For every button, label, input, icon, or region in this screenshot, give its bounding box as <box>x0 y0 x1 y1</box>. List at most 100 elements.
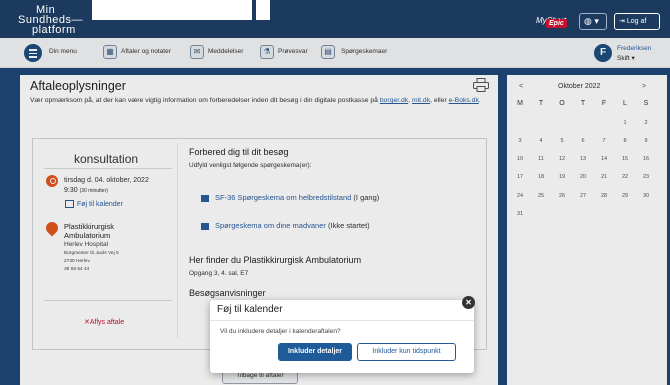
calendar-day[interactable]: 4 <box>533 138 549 144</box>
calendar-day[interactable]: 19 <box>554 174 570 180</box>
appointment-date: tirsdag d. 04. oktober, 2022 <box>64 177 149 184</box>
divider <box>44 168 172 169</box>
link-mit-dk[interactable]: mit.dk <box>412 97 430 104</box>
nav-item-appointments[interactable]: Aftaler og notater <box>121 48 171 55</box>
calendar-day[interactable]: 5 <box>554 138 570 144</box>
clock-icon <box>46 175 58 187</box>
header-gap <box>92 0 252 20</box>
calendar-day[interactable]: 12 <box>554 156 570 162</box>
calendar-day[interactable]: 16 <box>638 156 654 162</box>
close-icon[interactable]: ✕ <box>462 296 475 309</box>
menu-label[interactable]: Din menu <box>49 48 77 55</box>
globe-icon: ◍ <box>584 16 592 26</box>
appointment-time: 9:30 (30 minutter) <box>64 187 108 194</box>
calendar-day[interactable]: 6 <box>575 138 591 144</box>
calendar-day[interactable]: 31 <box>512 211 528 217</box>
calendar-weekday: F <box>601 100 607 107</box>
calendar-day[interactable]: 15 <box>617 156 633 162</box>
department-name: Plastikkirurgisk Ambulatorium <box>64 222 115 240</box>
calendar-weekday: T <box>538 100 544 107</box>
link-eboks-dk[interactable]: e-Boks.dk <box>449 97 479 104</box>
visit-type: konsultation <box>74 152 139 166</box>
questionnaire-icon <box>201 222 209 230</box>
calendar-icon[interactable]: ▦ <box>103 45 117 59</box>
calendar-weekday: L <box>623 100 627 107</box>
calendar-weekday: S <box>643 100 649 107</box>
cancel-appointment-button[interactable]: ✕Aflys aftale <box>84 318 124 326</box>
top-header: Min Sundheds— platform MyChart Epic ◍ ▾ … <box>0 0 670 38</box>
calendar-day[interactable]: 3 <box>512 138 528 144</box>
dialog-text: Vil du inkludere detaljer i kalenderafta… <box>220 328 341 335</box>
print-icon[interactable] <box>473 78 489 92</box>
calendar-day[interactable]: 2 <box>638 120 654 126</box>
location-heading: Her finder du Plastikkirurgisk Ambulator… <box>189 255 362 265</box>
location-detail: Opgang 3, 4. sal, E7 <box>189 270 249 277</box>
mychart-logo: MyChart Epic <box>536 10 572 32</box>
calendar-day[interactable]: 30 <box>638 193 654 199</box>
calendar-day[interactable]: 26 <box>554 193 570 199</box>
calendar-day[interactable]: 14 <box>596 156 612 162</box>
nav-item-messages[interactable]: Meddelelser <box>208 48 243 55</box>
calendar-day[interactable]: 1 <box>617 120 633 126</box>
calendar-day[interactable]: 23 <box>638 174 654 180</box>
calendar-day[interactable]: 22 <box>617 174 633 180</box>
page-title: Aftaleoplysninger <box>30 79 126 93</box>
add-to-calendar-dialog: Føj til kalender Vil du inkludere detalj… <box>210 300 474 373</box>
prep-heading: Forbered dig til dit besøg <box>189 147 289 157</box>
switch-user-dropdown[interactable]: Skift ▾ <box>617 54 635 62</box>
logout-icon: ⇥ <box>619 18 625 25</box>
avatar[interactable]: F <box>594 44 612 62</box>
clipboard-icon[interactable]: ▤ <box>321 45 335 59</box>
calendar-day[interactable]: 29 <box>617 193 633 199</box>
questionnaire-item[interactable]: Spørgeskema om dine madvaner (Ikke start… <box>201 221 370 230</box>
questionnaire-icon <box>201 194 209 202</box>
calendar-day[interactable]: 8 <box>617 138 633 144</box>
calendar-day[interactable]: 20 <box>575 174 591 180</box>
calendar-day[interactable]: 13 <box>575 156 591 162</box>
calendar-day[interactable]: 27 <box>575 193 591 199</box>
calendar-day[interactable]: 7 <box>596 138 612 144</box>
language-button[interactable]: ◍ ▾ <box>579 13 607 30</box>
flask-icon[interactable]: ⚗ <box>260 45 274 59</box>
chevron-down-icon: ▾ <box>594 16 599 26</box>
menu-icon[interactable] <box>24 44 42 62</box>
nav-item-questionnaires[interactable]: Spørgeskemaer <box>341 48 387 55</box>
nav-bar: Din menu ▦ Aftaler og notater ✉ Meddelel… <box>0 38 670 68</box>
logout-button[interactable]: ⇥ Log af <box>614 13 660 30</box>
divider <box>210 320 474 321</box>
user-name[interactable]: Frederiksen <box>617 45 651 52</box>
nav-item-test-results[interactable]: Prøvesvar <box>278 48 308 55</box>
address: Borgmester Ib Juuls Vej 5 2730 Herlev 38… <box>64 251 119 272</box>
dialog-title: Føj til kalender <box>217 304 283 315</box>
hospital-name: Herlev Hospital <box>64 241 109 248</box>
platform-logo[interactable]: Min Sundheds— platform <box>18 5 83 36</box>
link-borger-dk[interactable]: borger.dk <box>380 97 408 104</box>
calendar-day[interactable]: 11 <box>533 156 549 162</box>
calendar-next-button[interactable]: > <box>642 83 646 90</box>
calendar-day[interactable]: 10 <box>512 156 528 162</box>
include-time-only-button[interactable]: Inkluder kun tidspunkt <box>357 343 456 361</box>
calendar-day[interactable]: 24 <box>512 193 528 199</box>
calendar-day[interactable]: 17 <box>512 174 528 180</box>
calendar-month: Oktober 2022 <box>558 83 601 90</box>
envelope-icon[interactable]: ✉ <box>190 45 204 59</box>
calendar-add-icon <box>65 200 74 208</box>
divider <box>44 300 172 301</box>
questionnaire-item[interactable]: SF-36 Spørgeskema om helbredstilstand (I… <box>201 193 379 202</box>
calendar-day[interactable]: 25 <box>533 193 549 199</box>
visit-instructions-heading: Besøgsanvisninger <box>189 288 266 298</box>
calendar-weekday: M <box>517 100 523 107</box>
add-to-calendar-link[interactable]: Føj til kalender <box>65 200 123 208</box>
header-gap-2 <box>256 0 270 20</box>
include-details-button[interactable]: Inkluder detaljer <box>278 343 352 361</box>
prep-subtitle: Udfyld venligst følgende spørgeskema(er)… <box>189 162 312 169</box>
epic-logo: Epic <box>546 19 567 28</box>
intro-text: Vær opmærksom på, at der kan være vigtig… <box>30 97 481 104</box>
calendar-day[interactable]: 28 <box>596 193 612 199</box>
calendar-day[interactable]: 21 <box>596 174 612 180</box>
calendar-day[interactable]: 9 <box>638 138 654 144</box>
calendar-day[interactable]: 18 <box>533 174 549 180</box>
calendar-weekday: O <box>559 100 565 107</box>
calendar-weekday: T <box>580 100 586 107</box>
calendar-prev-button[interactable]: < <box>519 83 523 90</box>
